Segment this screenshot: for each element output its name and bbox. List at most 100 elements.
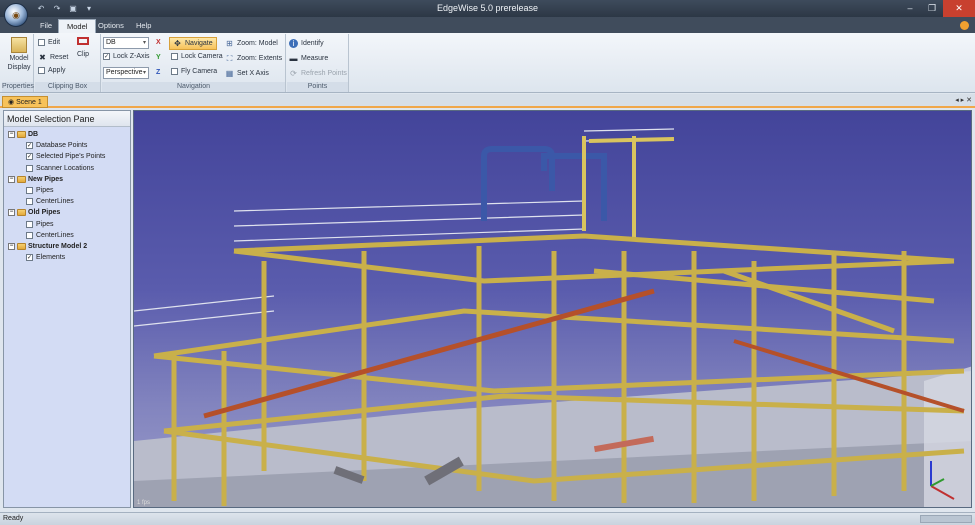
lock-camera-checkbox[interactable]: Lock Camera [171, 53, 223, 60]
status-progress [920, 515, 972, 523]
tab-help[interactable]: Help [128, 19, 159, 33]
identify-button[interactable]: i Identify [289, 39, 324, 48]
tree-node-label: Structure Model 2 [28, 242, 88, 250]
help-icon[interactable] [960, 21, 969, 30]
group-label-clipping: Clipping Box [35, 82, 100, 92]
tree-item-elements[interactable]: ✓ Elements [4, 252, 130, 263]
edit-checkbox[interactable]: Edit [38, 39, 60, 46]
set-x-axis-button[interactable]: ▦ Set X Axis [225, 69, 269, 78]
tree-item-scanner-locations[interactable]: Scanner Locations [4, 163, 130, 174]
document-tab-controls[interactable]: ◂ ▸ ✕ [955, 96, 972, 104]
zoom-extents-button[interactable]: ⛶ Zoom: Extents [225, 54, 282, 63]
tree-node-label: New Pipes [28, 175, 64, 183]
navigate-icon: ✥ [174, 39, 181, 48]
refresh-icon: ⟳ [290, 69, 297, 78]
tab-file[interactable]: File [32, 19, 60, 33]
tree-item-label: Scanner Locations [36, 164, 94, 172]
tree-item-label: Elements [36, 254, 66, 262]
reset-label: Reset [50, 54, 69, 61]
tree-item-selected-pipe-points[interactable]: ✓ Selected Pipe's Points [4, 151, 130, 162]
checkbox-icon[interactable] [26, 231, 33, 239]
checkbox-icon[interactable] [26, 164, 33, 172]
tree-node-structure-model-2[interactable]: − Structure Model 2 [4, 241, 130, 252]
tree-item-old-pipes-pipes[interactable]: Pipes [4, 219, 130, 230]
tree-item-label: Database Points [36, 142, 88, 150]
z-axis-button[interactable]: Z [156, 69, 160, 76]
fly-camera-checkbox[interactable]: Fly Camera [171, 68, 217, 75]
lock-z-axis-checkbox[interactable]: ✓ Lock Z-Axis [103, 53, 150, 60]
checkbox-checked-icon[interactable]: ✓ [26, 153, 33, 161]
tree-item-new-pipes-pipes[interactable]: Pipes [4, 185, 130, 196]
refresh-points-label: Refresh Points [301, 70, 347, 77]
minimize-button[interactable]: – [899, 0, 921, 17]
reset-button[interactable]: ✖ Reset [38, 53, 68, 62]
application-menu-button[interactable]: ◉ [4, 3, 28, 27]
apply-checkbox[interactable]: Apply [38, 67, 66, 74]
lock-camera-check-icon [171, 53, 178, 60]
zoom-model-button[interactable]: ⊞ Zoom: Model [225, 39, 278, 48]
fly-camera-check-icon [171, 68, 178, 75]
model-display-button[interactable]: Model Display [6, 37, 32, 72]
tree-node-new-pipes[interactable]: − New Pipes [4, 174, 130, 185]
zoom-extents-icon: ⛶ [226, 54, 233, 63]
group-label-navigation: Navigation [102, 82, 285, 92]
tree-node-db[interactable]: − DB [4, 129, 130, 140]
tree-item-database-points[interactable]: ✓ Database Points [4, 140, 130, 151]
identify-label: Identify [301, 40, 324, 47]
maximize-button[interactable]: ❐ [921, 0, 943, 17]
measure-icon: ▬ [289, 54, 298, 63]
checkbox-icon[interactable] [26, 198, 33, 206]
edit-check-icon [38, 39, 45, 46]
model-display-label: Model Display [7, 55, 31, 71]
checkbox-icon[interactable] [26, 187, 33, 195]
document-tab-bar: ◉ Scene 1 ◂ ▸ ✕ [0, 94, 975, 108]
zoom-model-label: Zoom: Model [237, 40, 278, 47]
title-bar: ↶ ↷ ▣ ▾ EdgeWise 5.0 prerelease – ❐ ✕ [0, 0, 975, 17]
checkbox-checked-icon[interactable]: ✓ [26, 142, 33, 150]
status-bar: Ready [0, 512, 975, 525]
tree-item-new-pipes-centerlines[interactable]: CenterLines [4, 196, 130, 207]
refresh-points-button[interactable]: ⟳ Refresh Points [289, 69, 347, 78]
group-clipping-box: Edit ✖ Reset Apply Clip Clipping Box [35, 34, 101, 92]
close-button[interactable]: ✕ [943, 0, 975, 17]
tree-item-old-pipes-centerlines[interactable]: CenterLines [4, 230, 130, 241]
navigate-button[interactable]: ✥ Navigate [169, 37, 217, 50]
tab-options[interactable]: Options [90, 19, 132, 33]
tree-item-label: CenterLines [36, 198, 74, 206]
clip-label: Clip [77, 51, 90, 58]
group-label-properties: Properties [2, 82, 34, 92]
tree-item-label: Pipes [36, 187, 54, 195]
collapse-icon[interactable]: − [8, 209, 15, 217]
tab-scene-1[interactable]: ◉ Scene 1 [2, 96, 48, 108]
model-selection-pane: Model Selection Pane − DB ✓ Database Point… [3, 110, 131, 508]
source-combo[interactable]: DB [103, 37, 149, 49]
set-x-axis-label: Set X Axis [237, 70, 269, 77]
fps-readout: 1 fps [137, 500, 151, 506]
clip-icon [77, 37, 90, 45]
clip-button[interactable]: Clip [77, 37, 89, 58]
projection-combo[interactable]: Perspective [103, 67, 149, 79]
apply-label: Apply [48, 67, 66, 74]
pane-title: Model Selection Pane [4, 111, 130, 127]
point-cloud-scene[interactable] [134, 111, 972, 508]
checkbox-checked-icon[interactable]: ✓ [26, 254, 33, 262]
group-properties: Model Display Properties [2, 34, 34, 92]
measure-label: Measure [301, 55, 329, 62]
tower-frame [582, 136, 675, 241]
collapse-icon[interactable]: − [8, 131, 15, 139]
lock-z-label: Lock Z-Axis [113, 53, 150, 60]
folder-icon [17, 209, 26, 217]
group-label-points: Points [287, 82, 348, 92]
y-axis-button[interactable]: Y [156, 54, 161, 61]
model-tree: − DB ✓ Database Points ✓ Selected Pipe's Po… [4, 127, 130, 507]
set-x-axis-icon: ▦ [225, 69, 234, 78]
tree-node-old-pipes[interactable]: − Old Pipes [4, 207, 130, 218]
x-axis-button[interactable]: X [156, 39, 161, 46]
collapse-icon[interactable]: − [8, 175, 15, 183]
checkbox-icon[interactable] [26, 220, 33, 228]
window-controls: – ❐ ✕ [899, 0, 975, 17]
measure-button[interactable]: ▬ Measure [289, 54, 329, 63]
folder-icon [17, 131, 26, 139]
collapse-icon[interactable]: − [8, 242, 15, 250]
3d-viewport[interactable]: 1 fps [133, 110, 972, 508]
